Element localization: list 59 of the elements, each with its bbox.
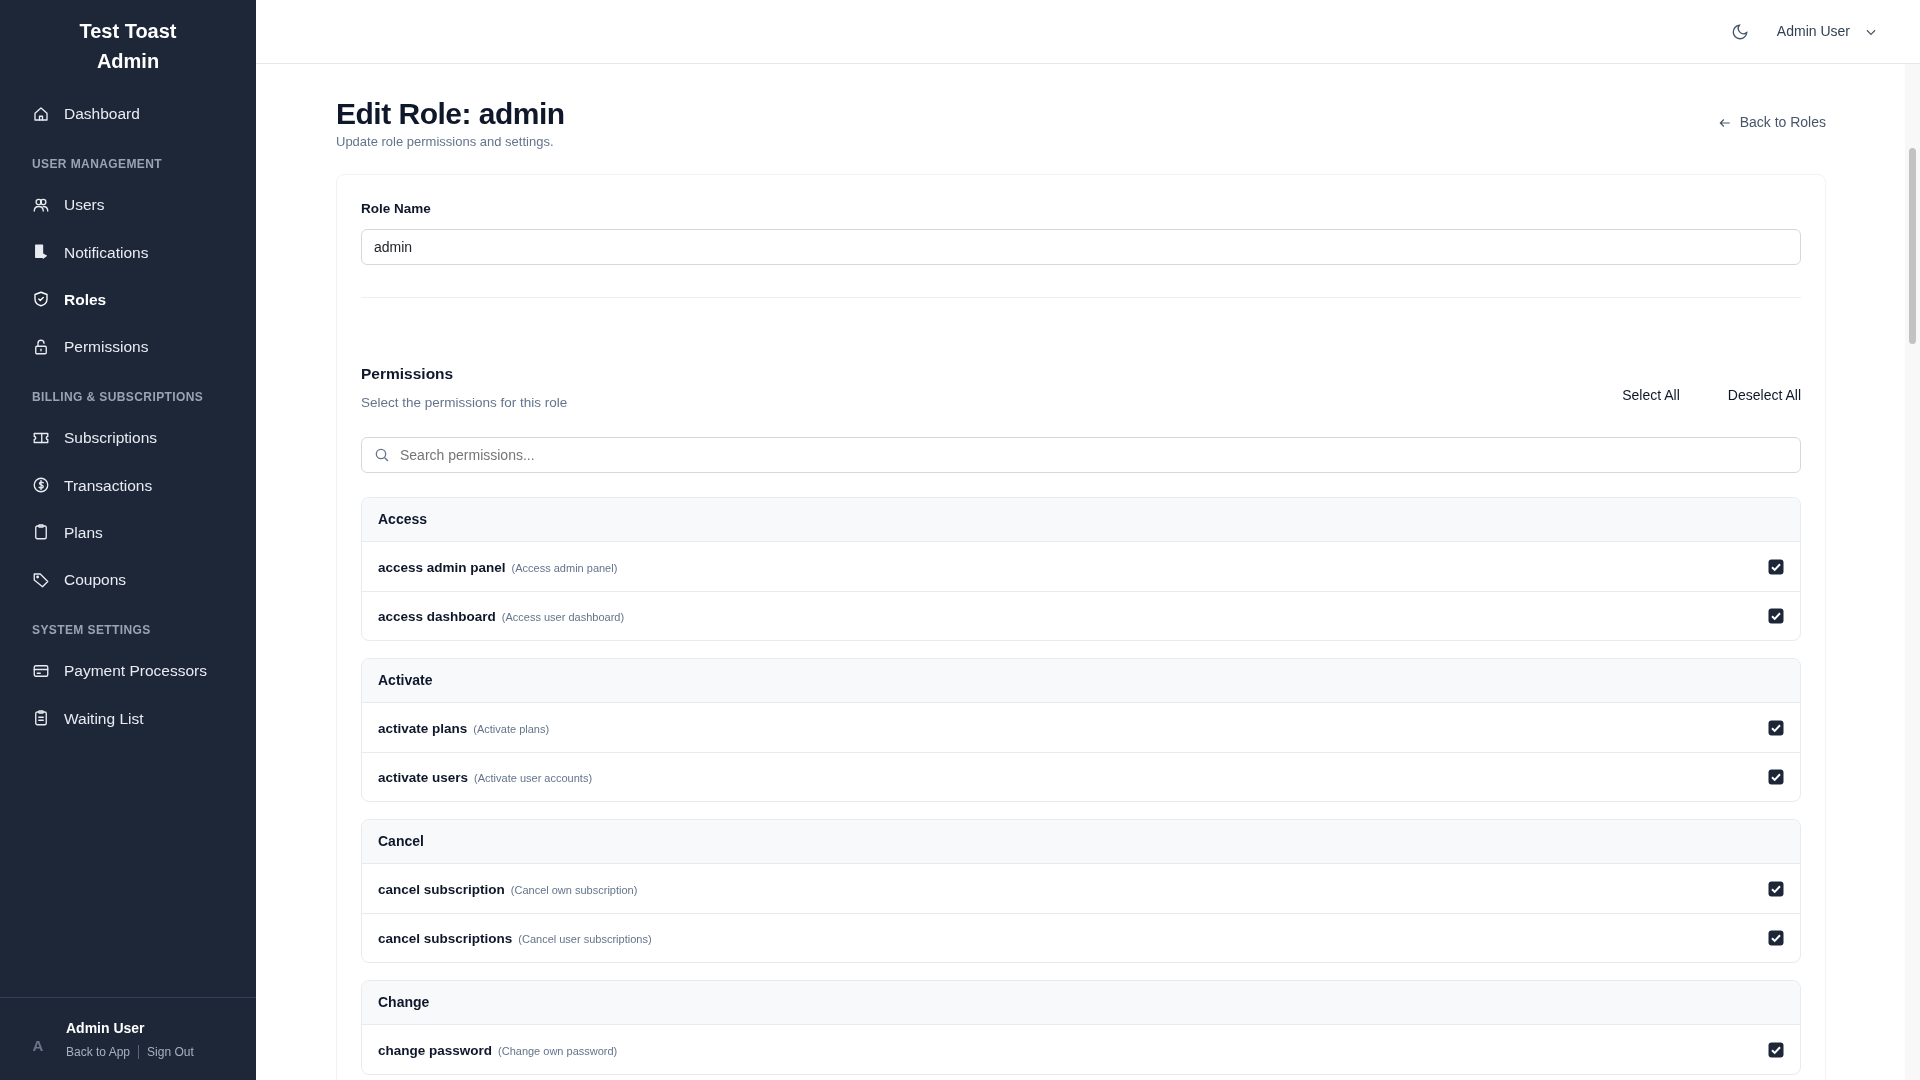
brand-title: Test Toast Admin (78, 19, 178, 74)
padlock-icon (32, 337, 50, 356)
checkbox[interactable] (1768, 1041, 1784, 1058)
shield-icon (32, 290, 50, 309)
user-name: Admin User (66, 1018, 146, 1038)
sidebar-item[interactable]: Transactions (22, 461, 234, 509)
permission-label: access dashboard (Access user dashboard) (378, 608, 625, 627)
group-heading: Access (362, 498, 1800, 543)
permission-label: activate plans (Activate plans) (378, 719, 550, 738)
checkbox[interactable] (1768, 930, 1784, 947)
checkbox[interactable] (1768, 608, 1784, 625)
moon-icon[interactable] (1730, 22, 1749, 41)
checkbox[interactable] (1768, 719, 1784, 736)
checkbox[interactable] (1768, 769, 1784, 786)
checklist-icon (32, 709, 50, 728)
back-link[interactable]: Back to Roles (1717, 112, 1826, 133)
clipboard-icon (32, 523, 50, 542)
document-icon (32, 243, 50, 262)
sidebar-item[interactable]: Plans (22, 508, 234, 556)
select-all-button[interactable]: Select All (1622, 385, 1680, 406)
scrollbar-thumb[interactable] (1909, 148, 1916, 344)
section-subtitle: Select the permissions for this role (361, 394, 568, 412)
permission-label: activate users (Activate user accounts) (378, 769, 593, 788)
group-heading: Cancel (362, 820, 1800, 865)
avatar: A (31, 1035, 45, 1056)
sidebar-item[interactable]: Permissions (22, 323, 234, 371)
footer-link[interactable]: Back to App (66, 1042, 131, 1061)
sidebar-item[interactable]: Subscriptions (22, 414, 234, 462)
page-title: Edit Role: admin (336, 96, 565, 132)
permission-label: cancel subscription (Cancel own subscription) (378, 880, 638, 899)
section-heading: SYSTEM SETTINGS (31, 622, 152, 640)
dollar-coin-icon (32, 476, 50, 495)
deselect-all-button[interactable]: Deselect All (1727, 385, 1801, 406)
field-label: Role Name (361, 199, 432, 218)
scrollbar[interactable] (1905, 64, 1920, 1080)
search-icon (374, 447, 390, 464)
permission-label: access admin panel (Access admin panel) (378, 558, 618, 577)
sidebar-item[interactable]: Dashboard (22, 90, 234, 138)
checkbox[interactable] (1768, 558, 1784, 575)
sidebar-item[interactable]: Roles (22, 275, 234, 323)
group-heading: Activate (362, 659, 1800, 704)
sidebar-item[interactable]: Users (22, 181, 234, 229)
sidebar-item[interactable]: Coupons (22, 556, 234, 604)
tag-icon (32, 570, 50, 589)
search-field[interactable]: Search permissions... (361, 437, 1801, 474)
section-heading: USER MANAGEMENT (31, 156, 163, 174)
checkbox[interactable] (1768, 880, 1784, 897)
footer-link[interactable]: Sign Out (147, 1042, 194, 1061)
sidebar-item[interactable]: Notifications (22, 228, 234, 276)
sidebar-item[interactable]: Payment Processors (22, 647, 234, 695)
section-title: Permissions (361, 363, 455, 384)
page-subtitle: Update role permissions and settings. (336, 133, 555, 151)
group-heading: Change (362, 981, 1800, 1026)
user-menu[interactable]: Admin User (1776, 21, 1878, 42)
permission-label: cancel subscriptions (Cancel user subscriptions) (378, 930, 652, 949)
permission-label: change password (Change own password) (378, 1041, 618, 1060)
role-name-field[interactable]: admin (361, 228, 1801, 265)
sidebar-item[interactable]: Waiting List (22, 694, 234, 742)
section-heading: BILLING & SUBSCRIPTIONS (31, 389, 205, 407)
